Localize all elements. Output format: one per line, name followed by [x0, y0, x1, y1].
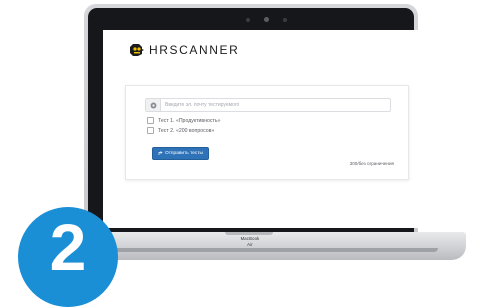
- brand-name: HRSCANNER: [149, 43, 240, 57]
- brand-header: HRSCANNER: [129, 43, 239, 57]
- email-input[interactable]: [161, 100, 390, 110]
- camera-dot-left: [246, 18, 250, 22]
- email-icon: [146, 99, 161, 111]
- test-option-2[interactable]: Тест 2. «200 вопросов»: [147, 127, 214, 134]
- step-number: 2: [49, 210, 87, 284]
- camera-dot-right: [283, 18, 287, 22]
- email-input-group: [145, 98, 391, 112]
- lid-notch: [225, 232, 273, 235]
- robot-head-icon: [130, 44, 144, 56]
- test-2-label: Тест 2. «200 вопросов»: [158, 127, 215, 134]
- send-tests-form: Тест 1. «Продуктивность» Тест 2. «200 во…: [125, 85, 409, 180]
- send-icon: [158, 151, 163, 155]
- test-1-checkbox[interactable]: [147, 117, 154, 124]
- laptop-screen: HRSCANNER Тест 1. «Продуктивность» Тест …: [103, 30, 419, 228]
- test-option-1[interactable]: Тест 1. «Продуктивность»: [147, 117, 221, 124]
- send-button-label: Отправить тесты: [165, 150, 203, 156]
- test-1-label: Тест 1. «Продуктивность»: [158, 117, 221, 124]
- camera-icon: [264, 17, 269, 22]
- send-tests-button[interactable]: Отправить тесты: [152, 147, 209, 160]
- test-2-checkbox[interactable]: [147, 127, 154, 134]
- device-model-label: MacBook Air: [240, 236, 260, 247]
- test-limit-note: 300/без ограничения: [349, 161, 394, 166]
